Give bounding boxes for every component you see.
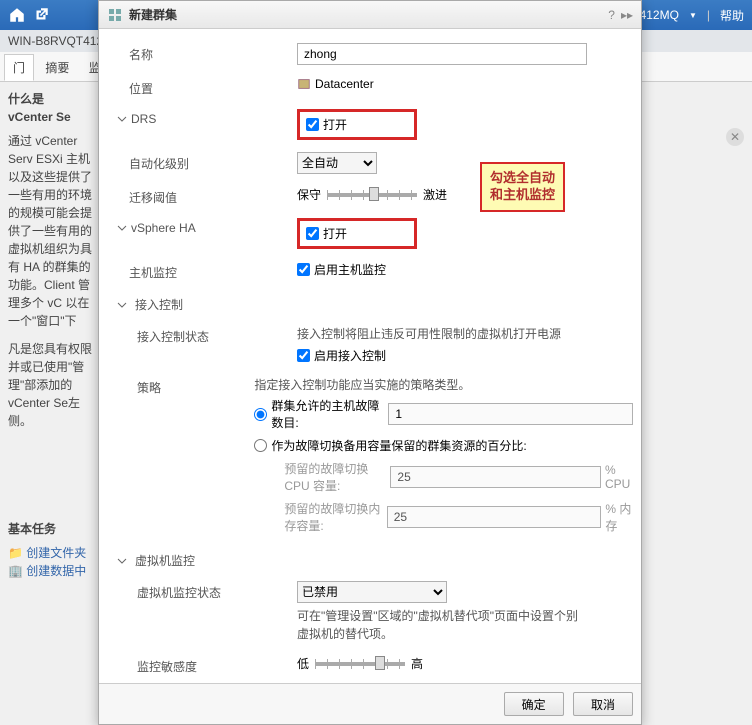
sensitivity-high: 高 (411, 655, 423, 672)
annotation-callout: 勾选全自动 和主机监控 (480, 162, 565, 212)
tab-summary[interactable]: 摘要 (37, 55, 77, 80)
chevron-down-icon[interactable] (117, 223, 127, 233)
vm-monitor-desc: 可在"管理设置"区域的"虚拟机替代项"页面中设置个别虚拟机的替代项。 (297, 607, 587, 643)
maximize-icon[interactable]: ▸▸ (621, 8, 633, 22)
policy-hosts-spinner[interactable] (388, 403, 633, 425)
host-monitor-label: 启用主机监控 (314, 261, 386, 278)
callout-line1: 勾选全自动 (490, 170, 555, 187)
ha-checkbox[interactable] (306, 227, 319, 240)
home-icon[interactable] (8, 6, 26, 24)
policy-radio-1[interactable] (254, 408, 267, 421)
label-vsphere-ha: vSphere HA (107, 218, 297, 235)
label-threshold: 迁移阈值 (107, 186, 297, 206)
threshold-high: 激进 (423, 186, 447, 203)
name-input[interactable] (297, 43, 587, 65)
cpu-reserve-spinner (390, 466, 601, 488)
location-value: Datacenter (315, 77, 374, 91)
label-drs: DRS (107, 109, 297, 126)
label-admission: 接入控制 (107, 293, 297, 313)
link-create-folder[interactable]: 📁 创建文件夹 (8, 544, 92, 562)
mem-reserve-label: 预留的故障切换内存容量: (284, 500, 382, 534)
label-sensitivity: 监控敏感度 (107, 655, 297, 675)
dropdown-caret: ▼ (689, 11, 697, 20)
intro-body2: 凡是您具有权限并或已使用"管理"部添加的 vCenter Se左侧。 (8, 340, 92, 430)
ok-button[interactable]: 确定 (504, 692, 564, 716)
cluster-icon (107, 7, 123, 23)
chevron-down-icon[interactable] (117, 300, 127, 310)
threshold-low: 保守 (297, 186, 321, 203)
sensitivity-slider[interactable] (315, 662, 405, 666)
dialog-footer: 确定 取消 (99, 683, 641, 724)
intro-body: 通过 vCenter Serv ESXi 主机以及这些提供了一些有用的环境的规模… (8, 132, 92, 330)
automation-select[interactable]: 全自动 (297, 152, 377, 174)
policy-radio-2[interactable] (254, 439, 267, 452)
link-create-datacenter[interactable]: 🏢 创建数据中 (8, 562, 92, 580)
help-link[interactable]: 帮助 (720, 7, 744, 24)
bg-panel: 什么是 vCenter Se 通过 vCenter Serv ESXi 主机以及… (0, 82, 100, 588)
threshold-slider[interactable] (327, 193, 417, 197)
drs-checkbox[interactable] (306, 118, 319, 131)
tab-portal[interactable]: 门 (4, 54, 34, 81)
chevron-down-icon[interactable] (117, 556, 127, 566)
intro-title: 什么是 vCenter Se (8, 92, 71, 124)
label-automation: 自动化级别 (107, 152, 297, 172)
close-panel-button[interactable]: ✕ (726, 128, 744, 146)
cpu-reserve-label: 预留的故障切换 CPU 容量: (284, 460, 386, 494)
host-dropdown[interactable]: 412MQ (640, 8, 679, 22)
dialog-body: 名称 位置 Datacenter DRS 打开 (99, 29, 641, 683)
datacenter-icon (297, 77, 311, 91)
help-icon[interactable]: ? (608, 8, 615, 22)
link-icon[interactable] (32, 6, 50, 24)
sensitivity-low: 低 (297, 655, 309, 672)
policy-opt1: 群集允许的主机故障数目: (271, 397, 384, 431)
label-admission-state: 接入控制状态 (107, 325, 297, 345)
dialog-title: 新建群集 (129, 6, 177, 23)
label-host-monitor: 主机监控 (107, 261, 297, 281)
vm-monitor-select[interactable]: 已禁用 (297, 581, 447, 603)
admission-checkbox[interactable] (297, 349, 310, 362)
cancel-button[interactable]: 取消 (573, 692, 633, 716)
host-monitor-checkbox[interactable] (297, 263, 310, 276)
policy-desc: 指定接入控制功能应当实施的策略类型。 (254, 376, 633, 394)
label-name: 名称 (107, 43, 297, 63)
dialog-titlebar: 新建群集 ? ▸▸ (99, 1, 641, 29)
mem-reserve-spinner (387, 506, 602, 528)
ha-open-label: 打开 (323, 225, 347, 242)
ha-enable-highlight: 打开 (297, 218, 417, 249)
tasks-title: 基本任务 (8, 522, 56, 536)
label-location: 位置 (107, 77, 297, 97)
drs-enable-highlight: 打开 (297, 109, 417, 140)
cpu-pct: % CPU (605, 463, 633, 491)
mem-pct: % 内存 (605, 500, 633, 534)
policy-opt2: 作为故障切换备用容量保留的群集资源的百分比: (271, 437, 526, 454)
label-vm-monitor-state: 虚拟机监控状态 (107, 581, 297, 601)
drs-open-label: 打开 (323, 116, 347, 133)
label-vm-monitor: 虚拟机监控 (107, 549, 297, 569)
label-policy: 策略 (107, 376, 254, 396)
chevron-down-icon[interactable] (117, 114, 127, 124)
admission-desc: 接入控制将阻止违反可用性限制的虚拟机打开电源 (297, 325, 633, 343)
callout-line2: 和主机监控 (490, 187, 555, 204)
new-cluster-dialog: 新建群集 ? ▸▸ 名称 位置 Datacenter DRS (98, 0, 642, 725)
admission-enable-label: 启用接入控制 (314, 347, 386, 364)
